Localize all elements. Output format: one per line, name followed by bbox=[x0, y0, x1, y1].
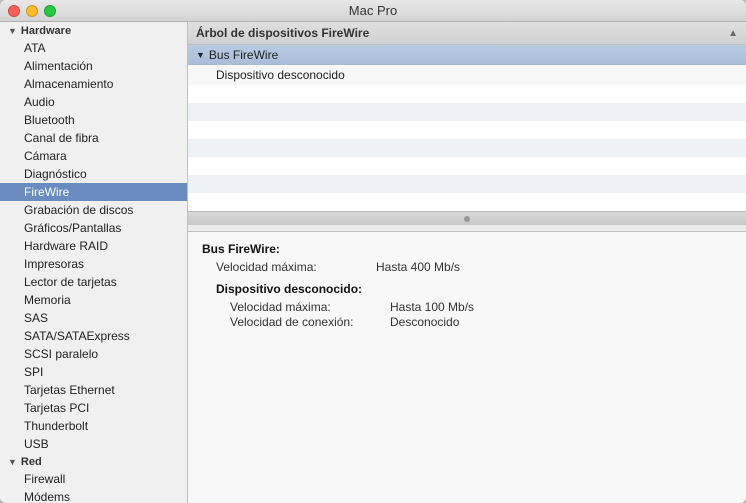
red-triangle-icon: ▼ bbox=[8, 457, 17, 467]
tree-empty-row-3 bbox=[188, 121, 746, 139]
sidebar-item-grabacion[interactable]: Grabación de discos bbox=[0, 201, 187, 219]
maximize-button[interactable] bbox=[44, 5, 56, 17]
sidebar-item-spi[interactable]: SPI bbox=[0, 363, 187, 381]
sidebar-item-tarjetas-pci[interactable]: Tarjetas PCI bbox=[0, 399, 187, 417]
close-button[interactable] bbox=[8, 5, 20, 17]
bus-speed-row: Velocidad máxima: Hasta 400 Mb/s bbox=[216, 260, 732, 274]
tree-empty-row-2 bbox=[188, 103, 746, 121]
content-area: ▼ Hardware ATA Alimentación Almacenamien… bbox=[0, 22, 746, 503]
hardware-triangle-icon: ▼ bbox=[8, 26, 17, 36]
device-label: Dispositivo desconocido bbox=[216, 68, 345, 82]
main-panel: Árbol de dispositivos FireWire ▲ ▼ Bus F… bbox=[188, 22, 746, 503]
device-connection-value: Desconocido bbox=[390, 315, 459, 329]
sidebar-item-sas[interactable]: SAS bbox=[0, 309, 187, 327]
sidebar-item-tarjetas-ethernet[interactable]: Tarjetas Ethernet bbox=[0, 381, 187, 399]
tree-child-node[interactable]: Dispositivo desconocido bbox=[188, 65, 746, 85]
sidebar-item-sata[interactable]: SATA/SATAExpress bbox=[0, 327, 187, 345]
sidebar-item-firewire[interactable]: FireWire bbox=[0, 183, 187, 201]
sidebar-item-lector-tarjetas[interactable]: Lector de tarjetas bbox=[0, 273, 187, 291]
titlebar: Mac Pro bbox=[0, 0, 746, 22]
tree-header: Árbol de dispositivos FireWire ▲ bbox=[188, 22, 746, 45]
device-detail-title: Dispositivo desconocido: bbox=[216, 282, 732, 296]
sidebar-item-canal-fibra[interactable]: Canal de fibra bbox=[0, 129, 187, 147]
sidebar-item-hardware-raid[interactable]: Hardware RAID bbox=[0, 237, 187, 255]
device-connection-row: Velocidad de conexión: Desconocido bbox=[230, 315, 732, 329]
device-speed-row: Velocidad máxima: Hasta 100 Mb/s bbox=[230, 300, 732, 314]
tree-empty-row-6 bbox=[188, 175, 746, 193]
sidebar-section-red[interactable]: ▼ Red bbox=[0, 453, 187, 470]
scroll-dot bbox=[464, 216, 470, 222]
main-window: Mac Pro ▼ Hardware ATA Alimentación Alma… bbox=[0, 0, 746, 503]
sidebar-section-hardware[interactable]: ▼ Hardware bbox=[0, 22, 187, 39]
sidebar-item-audio[interactable]: Audio bbox=[0, 93, 187, 111]
tree-sort-icon: ▲ bbox=[728, 28, 738, 39]
bus-firewire-label: Bus FireWire bbox=[209, 48, 278, 62]
sidebar-item-ata[interactable]: ATA bbox=[0, 39, 187, 57]
sidebar-item-diagnostico[interactable]: Diagnóstico bbox=[0, 165, 187, 183]
bus-speed-value: Hasta 400 Mb/s bbox=[376, 260, 460, 274]
traffic-lights bbox=[8, 5, 56, 17]
tree-empty-row-5 bbox=[188, 157, 746, 175]
sidebar-item-memoria[interactable]: Memoria bbox=[0, 291, 187, 309]
sidebar-item-usb[interactable]: USB bbox=[0, 435, 187, 453]
scroll-indicator bbox=[188, 211, 746, 225]
sidebar-item-scsi[interactable]: SCSI paralelo bbox=[0, 345, 187, 363]
device-speed-label: Velocidad máxima: bbox=[230, 300, 390, 314]
tree-header-label: Árbol de dispositivos FireWire bbox=[196, 26, 369, 40]
tree-empty-row-7 bbox=[188, 193, 746, 211]
detail-panel: Bus FireWire: Velocidad máxima: Hasta 40… bbox=[188, 232, 746, 503]
device-connection-label: Velocidad de conexión: bbox=[230, 315, 390, 329]
sidebar-item-almacenamiento[interactable]: Almacenamiento bbox=[0, 75, 187, 93]
minimize-button[interactable] bbox=[26, 5, 38, 17]
sidebar-item-alimentacion[interactable]: Alimentación bbox=[0, 57, 187, 75]
sidebar-item-firewall[interactable]: Firewall bbox=[0, 470, 187, 488]
bus-speed-label: Velocidad máxima: bbox=[216, 260, 376, 274]
tree-panel[interactable]: Árbol de dispositivos FireWire ▲ ▼ Bus F… bbox=[188, 22, 746, 232]
sidebar-item-thunderbolt[interactable]: Thunderbolt bbox=[0, 417, 187, 435]
red-section-label: Red bbox=[21, 456, 42, 468]
tree-parent-node[interactable]: ▼ Bus FireWire bbox=[188, 45, 746, 65]
sidebar-item-camara[interactable]: Cámara bbox=[0, 147, 187, 165]
device-speed-value: Hasta 100 Mb/s bbox=[390, 300, 474, 314]
bus-triangle-icon: ▼ bbox=[196, 50, 205, 60]
tree-empty-row-1 bbox=[188, 85, 746, 103]
sidebar[interactable]: ▼ Hardware ATA Alimentación Almacenamien… bbox=[0, 22, 188, 503]
sidebar-item-bluetooth[interactable]: Bluetooth bbox=[0, 111, 187, 129]
hardware-section-label: Hardware bbox=[21, 25, 71, 37]
window-title: Mac Pro bbox=[349, 3, 397, 18]
bus-detail-title: Bus FireWire: bbox=[202, 242, 732, 256]
sidebar-item-modems[interactable]: Módems bbox=[0, 488, 187, 503]
sidebar-item-graficos[interactable]: Gráficos/Pantallas bbox=[0, 219, 187, 237]
tree-empty-row-4 bbox=[188, 139, 746, 157]
sidebar-item-impresoras[interactable]: Impresoras bbox=[0, 255, 187, 273]
device-detail-section: Dispositivo desconocido: Velocidad máxim… bbox=[216, 282, 732, 329]
